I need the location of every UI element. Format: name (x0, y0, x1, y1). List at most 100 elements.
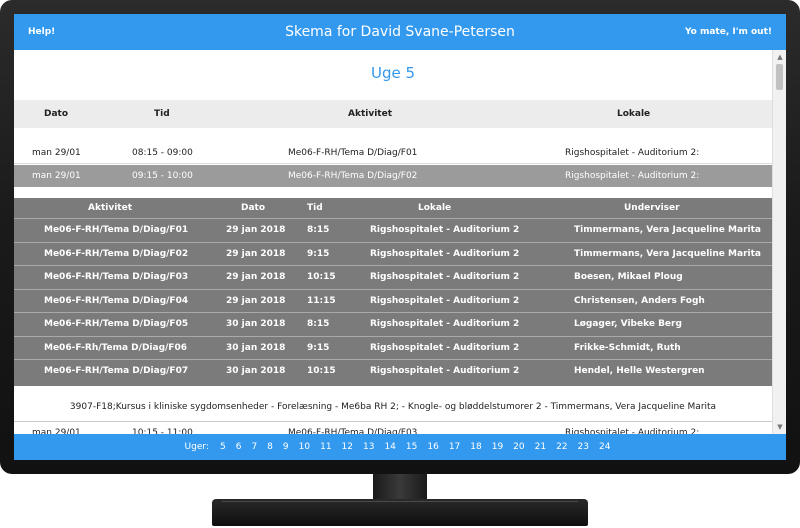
detail-date: 30 jan 2018 (226, 319, 286, 329)
week-link-12[interactable]: 12 (342, 442, 353, 452)
detail-activity: Me06-F-RH/Tema D/Diag/F03 (44, 272, 189, 282)
detail-row[interactable]: Me06-F-RH/Tema D/Diag/F04 29 jan 2018 11:1… (14, 288, 772, 312)
week-link-5[interactable]: 5 (220, 442, 226, 452)
detail-date: 29 jan 2018 (226, 272, 286, 282)
row-time: 10:15 - 11:00 (132, 427, 193, 435)
row-date: man 29/01 (32, 171, 81, 181)
detail-teacher: Christensen, Anders Fogh (574, 295, 705, 306)
detail-time: 10:15 (307, 366, 336, 376)
week-link-18[interactable]: 18 (470, 442, 481, 452)
detail-date: 29 jan 2018 (226, 225, 286, 235)
week-link-24[interactable]: 24 (599, 442, 610, 452)
col-header-date: Dato (44, 109, 69, 119)
detail-row[interactable]: Me06-F-Rh/Tema D/Diag/F06 30 jan 2018 9:15… (14, 335, 772, 359)
detail-teacher: Timmermans, Vera Jacqueline Marita (574, 225, 761, 235)
week-link-23[interactable]: 23 (578, 442, 589, 452)
detail-location: Rigshospitalet - Auditorium 2 (370, 342, 520, 353)
week-link-13[interactable]: 13 (363, 442, 374, 452)
detail-row[interactable]: Me06-F-RH/Tema D/Diag/F05 30 jan 2018 8:15… (14, 312, 772, 335)
detail-teacher: Timmermans, Vera Jacqueline Marita (574, 248, 761, 259)
detail-date: 30 jan 2018 (226, 366, 286, 376)
detail-time: 9:15 (307, 248, 330, 259)
col-header-time: Tid (154, 109, 170, 119)
row-activity: Me06-F-RH/Tema D/Diag/F02 (288, 171, 418, 181)
week-link-9[interactable]: 9 (283, 442, 289, 452)
table-row[interactable]: man 29/01 10:15 - 11:00 Me06-F-RH/Tema D… (14, 421, 772, 434)
week-link-19[interactable]: 19 (492, 442, 503, 452)
detail-activity: Me06-F-RH/Tema D/Diag/F02 (44, 248, 189, 259)
detail-row[interactable]: Me06-F-RH/Tema D/Diag/F07 30 jan 2018 10:1… (14, 359, 772, 382)
detail-date: 29 jan 2018 (226, 295, 286, 306)
schedule-content: Uge 5 Dato Tid Aktivitet Lokale man 29/0… (14, 50, 772, 434)
row-activity: Me06-F-RH/Tema D/Diag/F01 (288, 147, 418, 158)
week-link-20[interactable]: 20 (513, 442, 524, 452)
detail-activity: Me06-F-RH/Tema D/Diag/F01 (44, 225, 189, 235)
week-link-21[interactable]: 21 (535, 442, 546, 452)
monitor-frame: Help! Skema for David Svane-Petersen Yo … (0, 0, 800, 474)
detail-location: Rigshospitalet - Auditorium 2 (370, 295, 520, 306)
row-date: man 29/01 (32, 147, 81, 158)
row-location: Rigshospitalet - Auditorium 2: (565, 427, 700, 435)
detail-row[interactable]: Me06-F-RH/Tema D/Diag/F01 29 jan 2018 8:15… (14, 218, 772, 241)
detail-row[interactable]: Me06-F-RH/Tema D/Diag/F03 29 jan 2018 10:1… (14, 265, 772, 288)
help-link[interactable]: Help! (28, 27, 55, 37)
monitor-stand-base (212, 499, 588, 526)
detail-date: 30 jan 2018 (226, 342, 286, 353)
week-link-15[interactable]: 15 (406, 442, 417, 452)
table-row[interactable]: man 29/01 08:15 - 09:00 Me06-F-RH/Tema D… (14, 142, 772, 164)
detail-teacher: Boesen, Mikael Ploug (574, 272, 683, 282)
detail-col-time: Tid (307, 203, 323, 213)
screen: Help! Skema for David Svane-Petersen Yo … (14, 14, 786, 460)
week-link-6[interactable]: 6 (236, 442, 242, 452)
detail-time: 9:15 (307, 342, 330, 353)
activity-detail-table: Aktivitet Dato Tid Lokale Underviser Me0… (14, 198, 772, 386)
detail-activity: Me06-F-RH/Tema D/Diag/F04 (44, 295, 189, 306)
detail-date: 29 jan 2018 (226, 248, 286, 259)
week-link-10[interactable]: 10 (299, 442, 310, 452)
detail-teacher: Frikke-Schmidt, Ruth (574, 342, 681, 353)
detail-time: 8:15 (307, 319, 330, 329)
detail-col-activity: Aktivitet (88, 203, 132, 213)
detail-location: Rigshospitalet - Auditorium 2 (370, 366, 520, 376)
scroll-up-icon[interactable]: ▲ (773, 52, 786, 62)
row-date: man 29/01 (32, 427, 81, 435)
week-link-16[interactable]: 16 (427, 442, 438, 452)
detail-teacher: Løgager, Vibeke Berg (574, 319, 682, 329)
detail-time: 10:15 (307, 272, 336, 282)
week-link-22[interactable]: 22 (556, 442, 567, 452)
row-location: Rigshospitalet - Auditorium 2: (565, 171, 700, 181)
week-link-14[interactable]: 14 (384, 442, 395, 452)
row-time: 09:15 - 10:00 (132, 171, 193, 181)
scroll-thumb[interactable] (776, 64, 783, 90)
detail-activity: Me06-F-RH/Tema D/Diag/F07 (44, 366, 189, 376)
course-note: 3907-F18;Kursus i kliniske sygdomsenhede… (69, 402, 717, 412)
week-nav: Uger: 5 6 7 8 9 10 11 12 13 14 15 16 17 18 19 20 21 22 23 2… (14, 434, 786, 460)
detail-header: Aktivitet Dato Tid Lokale Underviser (14, 198, 772, 218)
detail-col-location: Lokale (418, 203, 452, 213)
detail-activity: Me06-F-Rh/Tema D/Diag/F06 (44, 342, 187, 353)
weeks-label: Uger: (184, 442, 209, 452)
detail-location: Rigshospitalet - Auditorium 2 (370, 319, 520, 329)
row-activity: Me06-F-RH/Tema D/Diag/F03 (288, 427, 418, 435)
vertical-scrollbar[interactable]: ▲ ▼ (772, 50, 786, 434)
detail-location: Rigshospitalet - Auditorium 2 (370, 248, 520, 259)
detail-teacher: Hendel, Helle Westergren (574, 366, 705, 376)
detail-time: 8:15 (307, 225, 330, 235)
week-link-7[interactable]: 7 (251, 442, 257, 452)
week-link-11[interactable]: 11 (320, 442, 331, 452)
row-time: 08:15 - 09:00 (132, 147, 193, 158)
top-bar: Help! Skema for David Svane-Petersen Yo … (14, 14, 786, 50)
week-link-17[interactable]: 17 (449, 442, 460, 452)
col-header-activity: Aktivitet (348, 109, 392, 119)
table-row-selected[interactable]: man 29/01 09:15 - 10:00 Me06-F-RH/Tema D… (14, 165, 772, 187)
detail-time: 11:15 (307, 295, 336, 306)
week-link-8[interactable]: 8 (267, 442, 273, 452)
detail-row[interactable]: Me06-F-RH/Tema D/Diag/F02 29 jan 2018 9:15… (14, 241, 772, 265)
detail-col-date: Dato (241, 203, 266, 213)
detail-location: Rigshospitalet - Auditorium 2 (370, 272, 520, 282)
logout-link[interactable]: Yo mate, I'm out! (685, 27, 772, 37)
col-header-location: Lokale (617, 109, 651, 119)
page-title: Skema for David Svane-Petersen (285, 24, 515, 40)
row-location: Rigshospitalet - Auditorium 2: (565, 147, 700, 158)
scroll-down-icon[interactable]: ▼ (773, 422, 786, 432)
